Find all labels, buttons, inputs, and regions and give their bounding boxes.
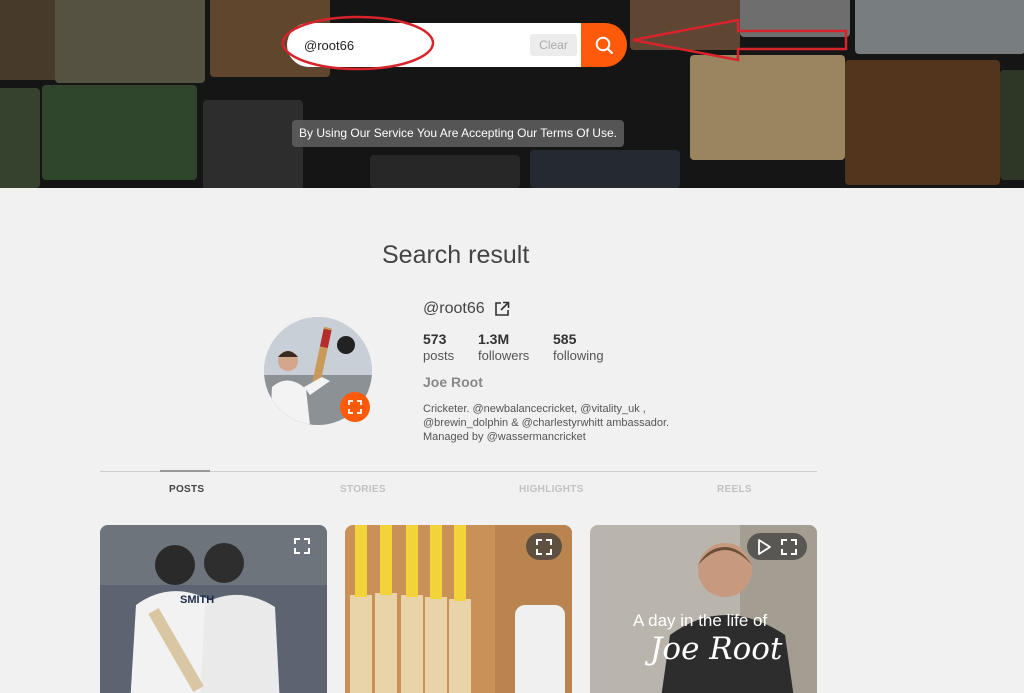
profile-bio: Cricketer. @newbalancecricket, @vitality… [423, 403, 670, 443]
stat-following: 585 following [553, 331, 604, 363]
hero-banner: Clear By Using Our Service You Are Accep… [0, 0, 1024, 188]
play-icon[interactable] [757, 538, 771, 555]
post-caption: A day in the life of [633, 611, 768, 630]
profile-username: @root66 [423, 300, 485, 317]
stat-followers-value: 1.3M [478, 331, 510, 347]
search-icon [595, 36, 614, 55]
search-bar: Clear [287, 23, 627, 67]
expand-icon [294, 538, 310, 554]
expand-icon[interactable] [781, 538, 797, 555]
stat-posts: 573 posts [423, 331, 454, 363]
clear-button[interactable]: Clear [530, 34, 577, 56]
tab-reels[interactable]: REELS [717, 484, 752, 495]
search-result-title: Search result [382, 241, 530, 269]
external-link-icon[interactable] [494, 301, 510, 317]
stat-following-label: following [553, 348, 604, 363]
profile-full-name: Joe Root [423, 374, 483, 390]
stat-following-value: 585 [553, 331, 577, 347]
post-card[interactable]: SMITH [100, 525, 327, 693]
post-caption-name: Joe Root [650, 631, 783, 667]
expand-icon [536, 538, 552, 555]
stat-posts-label: posts [423, 348, 455, 363]
avatar-expand-button[interactable] [340, 392, 370, 422]
tab-stories[interactable]: STORIES [340, 484, 386, 495]
search-button[interactable] [581, 23, 627, 67]
post-jersey-text: SMITH [180, 594, 214, 606]
stat-followers: 1.3M followers [478, 331, 529, 363]
post-card[interactable] [345, 525, 572, 693]
post-expand-button[interactable] [291, 535, 313, 557]
post-card[interactable]: A day in the life of Joe Root [590, 525, 817, 693]
tab-posts[interactable]: POSTS [169, 484, 204, 495]
stat-followers-label: followers [478, 348, 530, 363]
stat-posts-value: 573 [423, 331, 447, 347]
post-controls [747, 533, 807, 560]
tab-highlights[interactable]: HIGHLIGHTS [519, 484, 584, 495]
expand-icon [348, 400, 362, 414]
post-expand-button[interactable] [526, 533, 562, 560]
tab-active-indicator [160, 470, 210, 472]
terms-notice: By Using Our Service You Are Accepting O… [292, 120, 624, 147]
